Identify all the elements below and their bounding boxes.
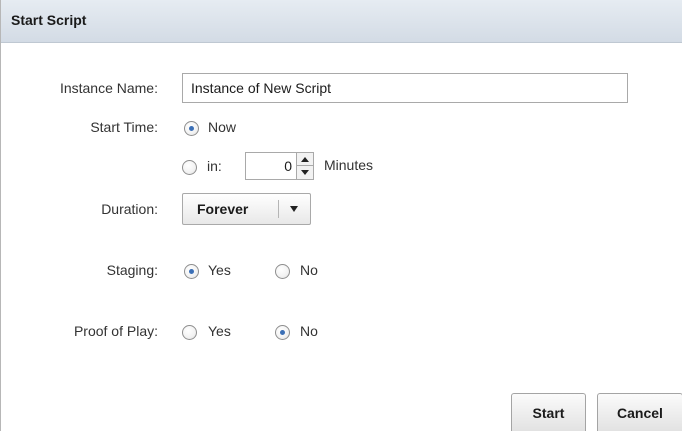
duration-selected-value: Forever	[197, 201, 249, 217]
start-now-label: Now	[208, 119, 237, 135]
dropdown-divider	[278, 200, 279, 218]
proof-of-play-no-radio[interactable]	[275, 325, 290, 340]
staging-no-label: No	[300, 262, 318, 278]
decrement-button[interactable]	[297, 166, 313, 179]
cancel-button[interactable]: Cancel	[597, 393, 682, 431]
staging-yes-radio[interactable]	[184, 264, 199, 279]
start-button[interactable]: Start	[511, 393, 586, 431]
start-time-label: Start Time:	[90, 119, 158, 135]
minutes-input[interactable]	[246, 153, 296, 179]
minutes-spin-buttons	[296, 153, 313, 179]
staging-no-radio[interactable]	[275, 264, 290, 279]
start-in-radio[interactable]	[182, 160, 197, 175]
arrow-up-icon	[301, 156, 309, 162]
proof-of-play-label: Proof of Play:	[73, 323, 158, 339]
start-in-label: in:	[207, 158, 222, 174]
start-script-dialog: Start Script Instance Name: Start Time: …	[0, 0, 682, 431]
dialog-title: Start Script	[11, 12, 87, 28]
arrow-down-icon	[301, 170, 309, 175]
proof-of-play-yes-label: Yes	[208, 323, 231, 339]
instance-name-label: Instance Name:	[59, 80, 158, 96]
proof-of-play-no-label: No	[300, 323, 318, 339]
instance-name-input[interactable]	[182, 73, 628, 103]
proof-of-play-yes-radio[interactable]	[182, 325, 197, 340]
duration-dropdown[interactable]: Forever	[182, 193, 311, 225]
staging-label: Staging:	[106, 262, 158, 278]
chevron-down-icon	[290, 206, 298, 212]
minutes-unit-label: Minutes	[324, 157, 374, 173]
staging-yes-label: Yes	[208, 262, 231, 278]
minutes-stepper	[245, 152, 314, 180]
duration-label: Duration:	[101, 201, 158, 217]
dialog-titlebar: Start Script	[1, 0, 682, 43]
start-now-radio[interactable]	[184, 121, 199, 136]
increment-button[interactable]	[297, 153, 313, 166]
